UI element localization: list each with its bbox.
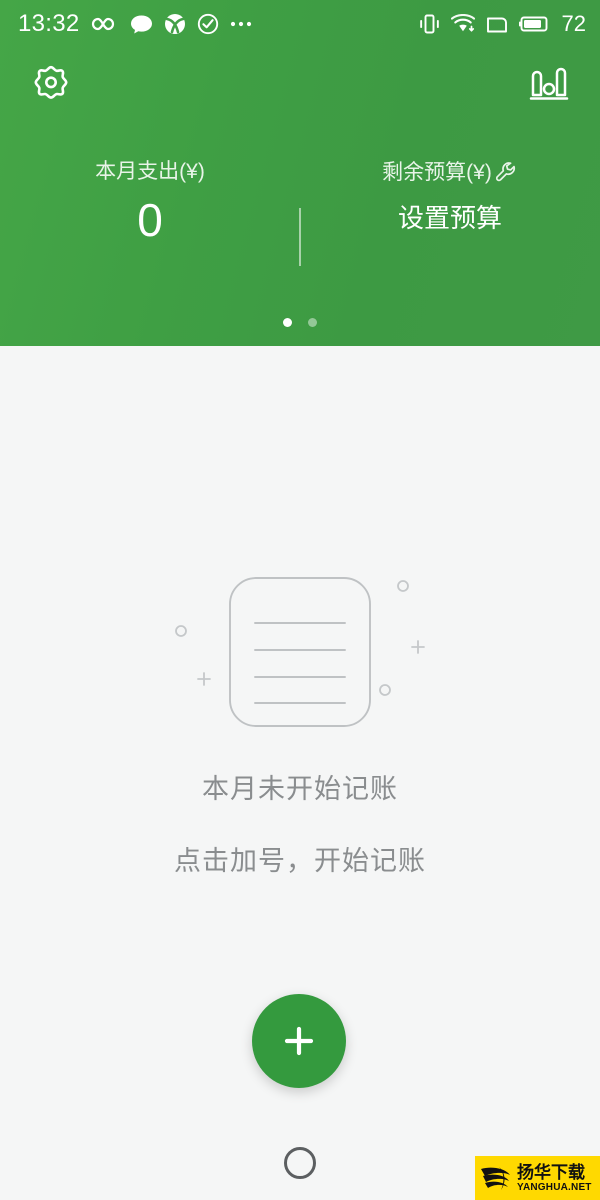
page-dot-2[interactable] [308, 318, 317, 327]
stat-label-expense: 本月支出(¥) [95, 160, 205, 183]
battery-icon [518, 16, 547, 32]
summary-divider [299, 208, 301, 266]
wifi-download-icon [450, 14, 475, 32]
check-circle-icon [197, 13, 218, 35]
bar-chart-icon [529, 67, 569, 100]
infinity-icon [91, 17, 114, 31]
stat-label-budget-text: 剩余预算(¥) [382, 160, 492, 184]
empty-state: 本月未开始记账 点击加号，开始记账 [0, 560, 600, 878]
site-watermark: 扬华下载 YANGHUA.NET [475, 1156, 600, 1200]
stat-label-budget: 剩余预算(¥) [382, 160, 518, 185]
watermark-text: 扬华下载 YANGHUA.NET [517, 1164, 592, 1193]
status-bar-clock: 13:32 [18, 10, 80, 37]
sim-card-icon [486, 17, 507, 33]
empty-illustration [160, 560, 440, 745]
stat-value-budget[interactable]: 设置预算 [398, 205, 502, 231]
app-screen: 13:32 72 本月支出(¥) 0 剩余预算(¥) 设置预算 本月未开始记账 … [0, 0, 600, 1200]
vibrate-icon [419, 14, 439, 34]
header-action-bar [0, 48, 600, 122]
page-dot-1[interactable] [283, 318, 292, 327]
globe-swoosh-logo [481, 1167, 510, 1190]
stat-value-expense: 0 [137, 194, 163, 247]
summary-row: 本月支出(¥) 0 剩余预算(¥) 设置预算 [0, 160, 600, 290]
wrench-icon [495, 162, 515, 182]
status-bar: 13:32 72 [0, 0, 600, 48]
message-bubble-icon [130, 15, 152, 33]
statistics-button[interactable] [526, 62, 572, 108]
status-bar-right: 72 [419, 13, 586, 35]
empty-state-title: 本月未开始记账 [202, 774, 398, 804]
watermark-cn-label: 扬华下载 [517, 1162, 585, 1182]
empty-state-subtitle: 点击加号，开始记账 [174, 846, 426, 876]
stat-monthly-expense[interactable]: 本月支出(¥) 0 [0, 160, 300, 243]
stat-remaining-budget[interactable]: 剩余预算(¥) 设置预算 [300, 160, 600, 231]
plus-icon [284, 1026, 314, 1056]
add-record-button[interactable] [252, 994, 346, 1088]
header-panel: 13:32 72 本月支出(¥) 0 剩余预算(¥) 设置预算 [0, 0, 600, 346]
stat-label-expense-text: 本月支出(¥) [95, 160, 205, 183]
battery-percent-label: 72 [561, 11, 586, 36]
watermark-en-label: YANGHUA.NET [517, 1181, 592, 1193]
settings-button[interactable] [28, 62, 74, 108]
swirl-ball-icon [164, 14, 185, 34]
status-bar-left: 13:32 [18, 12, 254, 36]
page-indicator [0, 318, 600, 327]
more-dots-icon [230, 21, 251, 27]
gear-icon [34, 65, 68, 99]
home-circle-icon[interactable] [284, 1147, 316, 1179]
notepad-lines-icon [175, 577, 425, 727]
